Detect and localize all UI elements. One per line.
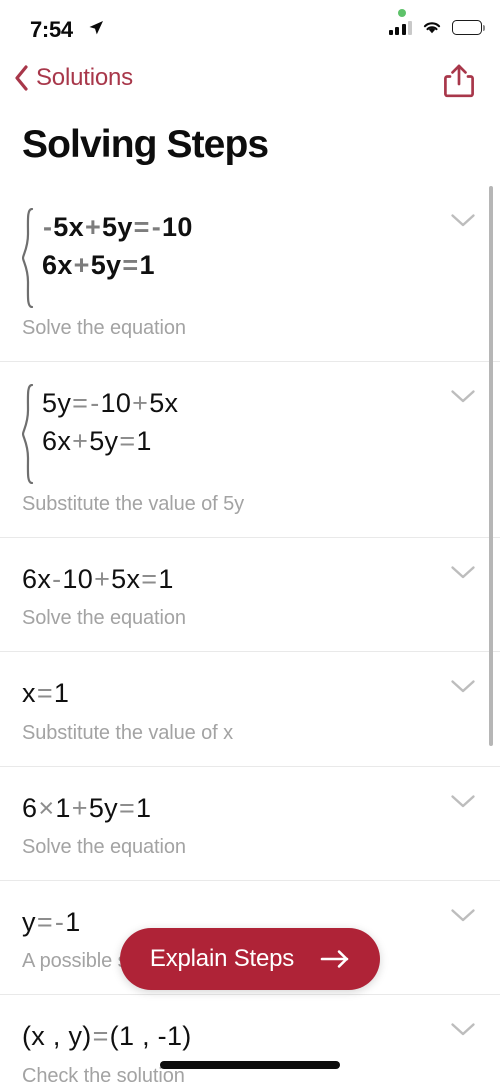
equation-system-lines: -5x+5y=-10 6x+5y=1 [42,208,193,308]
solving-step[interactable]: x=1 Substitute the value of x [0,652,500,767]
step-equation: 6×1+5y=1 [22,767,448,836]
arrow-right-icon [320,950,349,968]
equation-line: 6x+5y=1 [42,250,155,281]
equation-system: -5x+5y=-10 6x+5y=1 [22,208,448,308]
equation-line: 5y=-10+5x [42,388,179,418]
chevron-down-icon[interactable] [450,793,476,809]
step-equation: x=1 [22,652,448,721]
step-description: Solve the equation [22,607,186,630]
equation-line: 6x-10+5x=1 [22,564,174,594]
explain-steps-button[interactable]: Explain Steps [120,928,380,990]
step-equation: 6x-10+5x=1 [22,538,448,607]
chevron-down-icon[interactable] [450,388,476,404]
vertical-scrollbar[interactable] [489,186,493,746]
status-bar-icons [388,19,486,35]
location-arrow-icon [89,21,103,35]
page-title: Solving Steps [22,123,269,166]
equation-system-lines: 5y=-10+5x 6x+5y=1 [42,384,178,484]
step-equation: -5x+5y=-10 6x+5y=1 [22,186,448,317]
battery-icon [452,19,486,35]
equation-line: x=1 [22,678,70,709]
equation-line: -5x+5y=-10 [43,212,193,242]
app-screen: 7:54 Solutions Solving Steps -5x+5y=-10 … [0,0,500,1082]
equation-line: (x , y)=(1 , -1) [22,1021,192,1052]
equation-line: 6×1+5y=1 [22,792,152,823]
step-description: Substitute the value of 5y [22,493,244,515]
wifi-icon [423,22,441,34]
step-description: Solve the equation [22,835,186,858]
status-bar-time: 7:54 [30,17,73,42]
share-icon[interactable] [442,63,476,99]
solving-step[interactable]: 5y=-10+5x 6x+5y=1 Substitute the value of … [0,362,500,538]
back-button[interactable]: Solutions [14,64,133,92]
step-equation: 5y=-10+5x 6x+5y=1 [22,362,448,493]
equation-system: 5y=-10+5x 6x+5y=1 [22,384,448,484]
explain-steps-label: Explain Steps [149,945,295,972]
chevron-down-icon[interactable] [450,212,476,228]
green-status-dot [398,9,406,17]
step-description: Solve the equation [22,317,186,339]
cellular-signal-icon [388,20,412,35]
solving-step[interactable]: 6×1+5y=1 Solve the equation [0,767,500,881]
step-equation: (x , y)=(1 , -1) [22,995,448,1064]
chevron-left-icon [15,65,28,91]
chevron-down-icon[interactable] [450,678,476,694]
navigation-bar: Solutions [0,58,500,114]
solving-step[interactable]: -5x+5y=-10 6x+5y=1 Solve the equation [0,186,500,362]
step-description: Substitute the value of x [22,721,233,744]
chevron-down-icon[interactable] [450,564,476,580]
curly-brace-icon [22,384,35,484]
equation-line: 6x+5y=1 [42,426,152,457]
solving-step[interactable]: 6x-10+5x=1 Solve the equation [0,538,500,653]
scrollbar-thumb[interactable] [489,186,493,746]
chevron-down-icon[interactable] [450,1021,476,1037]
chevron-down-icon[interactable] [450,907,476,923]
home-indicator [160,1061,340,1069]
status-bar: 7:54 [0,0,500,58]
curly-brace-icon [22,208,35,308]
back-button-label: Solutions [36,64,133,91]
